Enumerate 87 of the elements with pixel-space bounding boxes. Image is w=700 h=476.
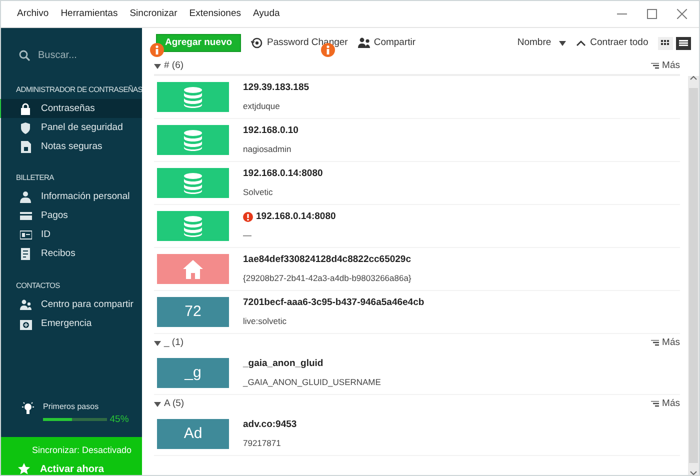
database-icon [183, 216, 203, 236]
menu-item[interactable]: Ayuda [247, 6, 286, 22]
entry-tile[interactable]: 72 [157, 297, 229, 327]
entry-tile[interactable] [157, 125, 229, 155]
entry-subtitle: 79217871 [243, 437, 282, 450]
collapse-caret-icon [154, 340, 161, 346]
more-button[interactable]: Más [651, 58, 680, 74]
sidebar-item[interactable]: Panel de seguridad [0, 118, 142, 138]
person-icon [20, 191, 32, 204]
entry-subtitle: extjduque [243, 100, 281, 113]
sidebar-item[interactable]: Información personal [0, 188, 142, 207]
entry-tile[interactable] [157, 82, 229, 112]
database-icon [183, 86, 203, 108]
house-icon [183, 260, 203, 278]
shield-icon [20, 122, 32, 134]
collapse-caret-icon [154, 64, 161, 68]
database-icon [183, 130, 203, 150]
entry-subtitle: _GAIA_ANON_GLUID_USERNAME [243, 376, 381, 389]
entry-subtitle: live:solvetic [243, 315, 288, 328]
info-icon [150, 43, 164, 57]
receipt-icon [20, 248, 32, 260]
entry-tile[interactable] [157, 168, 229, 198]
menu-item[interactable]: Sincronizar [124, 6, 184, 22]
list-icon [679, 40, 688, 46]
toolbar-button[interactable]: Compartir [358, 36, 416, 50]
scrollbar[interactable] [688, 76, 699, 475]
lightbulb-icon [21, 400, 35, 415]
entry-title[interactable]: 7201becf-aaa6-3c95-b437-946a5a46e4cb [243, 296, 424, 310]
close-icon [677, 9, 687, 19]
grid-icon [661, 40, 670, 46]
search-icon [19, 50, 30, 60]
id-card-icon [20, 229, 32, 242]
entry-title[interactable]: _gaia_anon_gluid [243, 357, 324, 372]
database-icon [183, 172, 203, 194]
filter-icon [651, 340, 660, 346]
filter-icon [651, 400, 660, 408]
share-icon [358, 37, 370, 49]
more-button[interactable]: Más [651, 336, 680, 350]
group-heading[interactable]: _ (1) [164, 336, 184, 350]
sort-dropdown[interactable]: Nombre [517, 36, 566, 50]
entry-title[interactable]: 192.168.0.14:8080 [243, 167, 323, 182]
note-icon [20, 140, 32, 153]
sidebar-item[interactable]: Pagos [0, 206, 142, 226]
sync-status: Sincronizar: Desactivado [31, 444, 133, 457]
entry-subtitle: nagiosadmin [243, 143, 292, 156]
sidebar-item[interactable]: ID [0, 226, 142, 245]
progress-reading: 45% [110, 412, 129, 427]
entry-subtitle: {29208b27-2b41-42a3-a4db-b9803266a86a} [243, 272, 412, 285]
chevron-up-icon [576, 40, 586, 46]
lock-icon [20, 102, 32, 115]
people-icon [20, 298, 32, 311]
sidebar-item[interactable]: Emergencia [0, 314, 142, 334]
view-toggle[interactable] [658, 36, 674, 50]
sidebar-item[interactable]: Contraseñas [0, 99, 142, 118]
more-button[interactable]: Más [651, 396, 680, 412]
filter-icon [651, 62, 660, 70]
menu-item[interactable]: Extensiones [183, 6, 248, 22]
group-heading[interactable]: # (6) [164, 58, 184, 74]
maximize-icon [647, 9, 657, 19]
refresh-icon [251, 37, 264, 49]
entry-subtitle: — [243, 229, 252, 242]
search-field[interactable]: Buscar... [38, 48, 128, 62]
entry-tile[interactable]: _g [157, 358, 229, 388]
card-icon [20, 210, 32, 222]
entry-subtitle: Solvetic [243, 186, 274, 199]
caret-icon [559, 40, 566, 46]
menu-item[interactable]: Herramientas [54, 6, 124, 22]
entry-tile[interactable] [157, 254, 229, 284]
scroll-down-icon [690, 471, 697, 475]
entry-title[interactable]: 1ae84def330824128d4c8822cc65029c [243, 253, 411, 268]
collapse-all-button[interactable]: Contraer todo [576, 36, 648, 50]
entry-title[interactable]: 192.168.0.14:8080 [256, 210, 336, 224]
entry-title[interactable]: adv.co:9453 [243, 418, 297, 432]
sidebar-item[interactable]: Recibos [0, 244, 142, 264]
entry-title[interactable]: 192.168.0.10 [243, 124, 298, 138]
entry-tile[interactable]: Ad [157, 419, 229, 449]
sidebar-item[interactable]: Centro para compartir [0, 295, 142, 314]
view-toggle[interactable] [676, 36, 691, 50]
first-aid-icon [20, 318, 32, 330]
entry-tile[interactable] [157, 211, 229, 241]
sidebar-item[interactable]: Notas seguras [0, 137, 142, 156]
scroll-up-icon [690, 76, 697, 80]
progress-label: Primeros pasos [43, 400, 100, 413]
collapse-caret-icon [154, 402, 161, 406]
entry-title[interactable]: 129.39.183.185 [243, 81, 310, 96]
menu-item[interactable]: Archivo [11, 6, 55, 22]
group-heading[interactable]: A (5) [164, 396, 184, 412]
